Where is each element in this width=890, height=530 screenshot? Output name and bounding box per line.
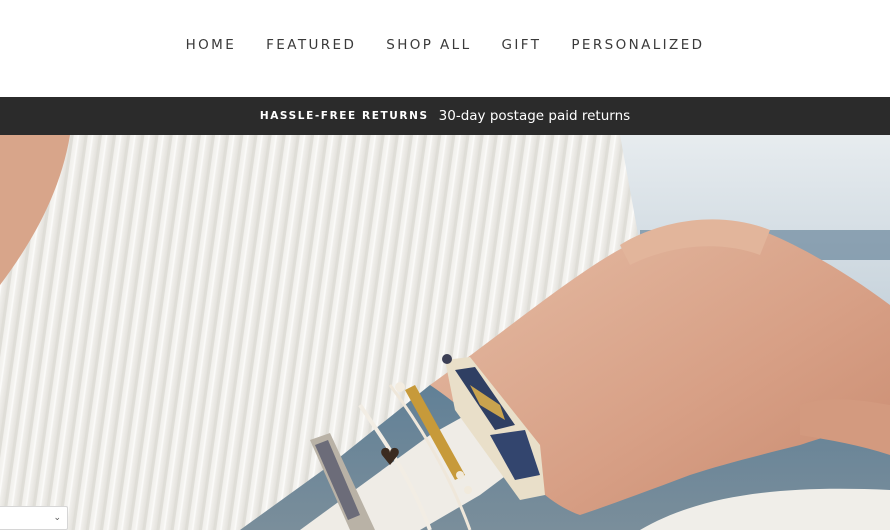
currency-selector[interactable]: ⌄: [0, 506, 68, 530]
announcement-bar: HASSLE-FREE RETURNS 30-day postage paid …: [0, 97, 890, 135]
hero-banner[interactable]: [0, 135, 890, 530]
nav-home[interactable]: HOME: [186, 37, 237, 53]
hero-photo-image: [0, 135, 890, 530]
chevron-down-icon: ⌄: [53, 513, 61, 523]
promo-heading: HASSLE-FREE RETURNS: [259, 110, 429, 122]
promo-text: 30-day postage paid returns: [438, 108, 631, 124]
nav-shop-all[interactable]: SHOP ALL: [386, 37, 471, 53]
nav-featured[interactable]: FEATURED: [266, 37, 356, 53]
nav-personalized[interactable]: PERSONALIZED: [571, 37, 704, 53]
main-nav: HOME FEATURED SHOP ALL GIFT PERSONALIZED: [0, 37, 890, 53]
site-header: HOME FEATURED SHOP ALL GIFT PERSONALIZED: [0, 0, 890, 97]
nav-gift[interactable]: GIFT: [502, 37, 542, 53]
